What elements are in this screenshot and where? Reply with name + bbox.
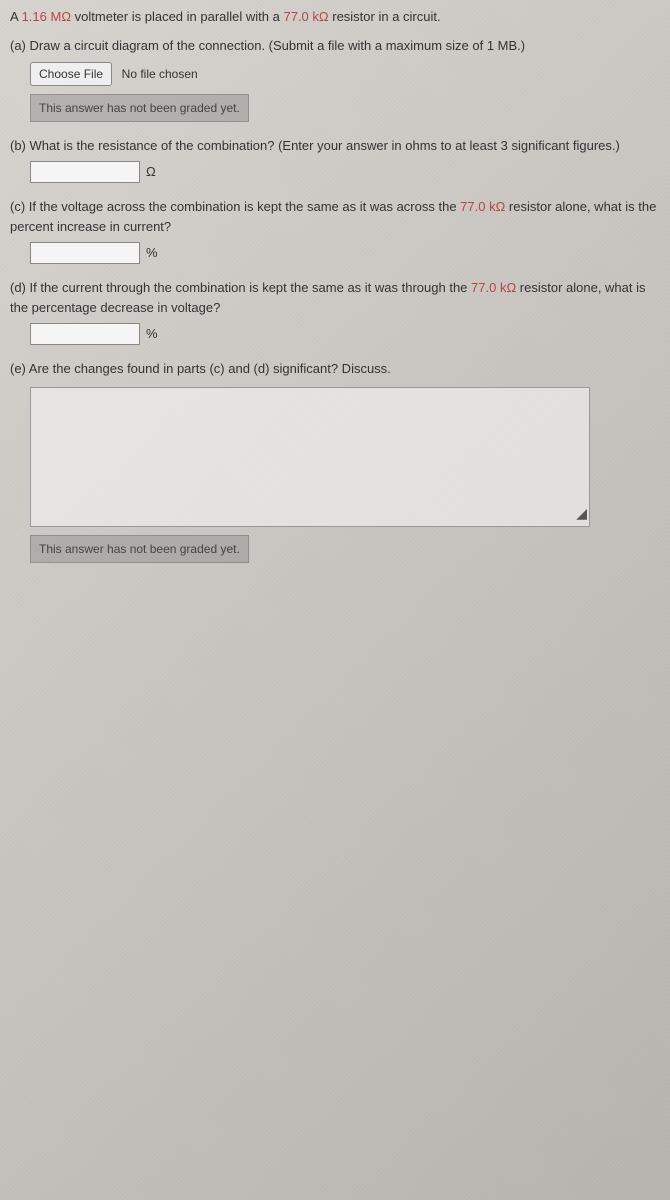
file-upload-row: Choose File No file chosen bbox=[30, 62, 660, 86]
part-d-input-row: % bbox=[30, 323, 660, 345]
part-d-label: (d) bbox=[10, 280, 26, 295]
part-d-value: 77.0 kΩ bbox=[471, 280, 516, 295]
intro-value-1: 1.16 MΩ bbox=[22, 9, 71, 24]
part-d-unit: % bbox=[146, 324, 158, 344]
intro-prefix: A bbox=[10, 9, 22, 24]
part-d: (d) If the current through the combinati… bbox=[10, 278, 660, 345]
problem-intro: A 1.16 MΩ voltmeter is placed in paralle… bbox=[10, 8, 660, 26]
part-b: (b) What is the resistance of the combin… bbox=[10, 136, 660, 184]
intro-suffix: resistor in a circuit. bbox=[329, 9, 441, 24]
part-c-text-pre: If the voltage across the combination is… bbox=[25, 199, 460, 214]
part-c-input-row: % bbox=[30, 242, 660, 264]
part-c-value: 77.0 kΩ bbox=[460, 199, 505, 214]
graded-notice-e: This answer has not been graded yet. bbox=[30, 535, 249, 563]
part-b-text: What is the resistance of the combinatio… bbox=[26, 138, 620, 153]
intro-value-2: 77.0 kΩ bbox=[283, 9, 328, 24]
part-a-text: Draw a circuit diagram of the connection… bbox=[26, 38, 525, 53]
part-b-input-row: Ω bbox=[30, 161, 660, 183]
part-d-text-pre: If the current through the combination i… bbox=[26, 280, 471, 295]
intro-mid: voltmeter is placed in parallel with a bbox=[71, 9, 283, 24]
file-status-text: No file chosen bbox=[122, 67, 198, 81]
part-b-label: (b) bbox=[10, 138, 26, 153]
part-c-unit: % bbox=[146, 243, 158, 263]
part-b-unit: Ω bbox=[146, 162, 156, 182]
part-e-label: (e) bbox=[10, 361, 26, 376]
graded-notice-a: This answer has not been graded yet. bbox=[30, 94, 249, 122]
part-e: (e) Are the changes found in parts (c) a… bbox=[10, 359, 660, 563]
part-c-label: (c) bbox=[10, 199, 25, 214]
part-c-input[interactable] bbox=[30, 242, 140, 264]
part-e-textarea[interactable]: ◢ bbox=[30, 387, 590, 527]
part-d-input[interactable] bbox=[30, 323, 140, 345]
part-c: (c) If the voltage across the combinatio… bbox=[10, 197, 660, 264]
part-b-input[interactable] bbox=[30, 161, 140, 183]
choose-file-button[interactable]: Choose File bbox=[30, 62, 112, 86]
part-e-text: Are the changes found in parts (c) and (… bbox=[26, 361, 391, 376]
resize-handle-icon[interactable]: ◢ bbox=[576, 503, 587, 524]
part-a-label: (a) bbox=[10, 38, 26, 53]
part-a: (a) Draw a circuit diagram of the connec… bbox=[10, 36, 660, 122]
